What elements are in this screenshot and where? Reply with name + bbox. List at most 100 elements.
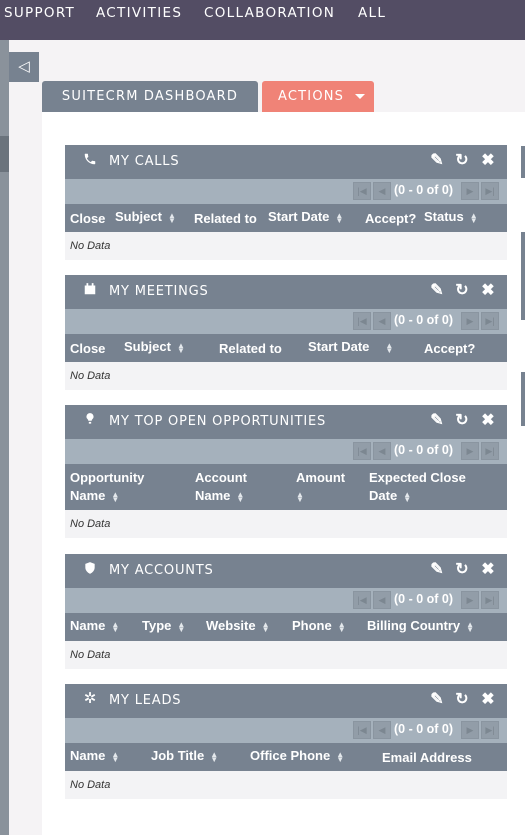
- nav-support[interactable]: SUPPORT: [4, 5, 75, 21]
- refresh-icon[interactable]: ↻: [453, 559, 471, 579]
- last-page-button[interactable]: ▶|: [481, 312, 499, 330]
- refresh-icon[interactable]: ↻: [453, 280, 471, 300]
- dashlet-title: MY LEADS: [109, 693, 182, 708]
- column-header-sortable[interactable]: Office Phone ▲ ▼: [250, 747, 344, 765]
- dashlet-title: MY MEETINGS: [109, 284, 209, 299]
- close-icon[interactable]: ✖: [479, 689, 497, 709]
- last-page-button[interactable]: ▶|: [481, 182, 499, 200]
- no-data-text: No Data: [70, 779, 111, 791]
- column-header-sortable[interactable]: Account Name ▲ ▼: [195, 469, 265, 505]
- refresh-icon[interactable]: ↻: [453, 689, 471, 709]
- column-headers: Name ▲ ▼ Type ▲ ▼ Website ▲ ▼ Phone ▲ ▼ Billing …: [65, 613, 507, 641]
- dashlet-my-top-open-opportunities: MY TOP OPEN OPPORTUNITIES ✎ ↻ ✖ |◀ ◀ (0 …: [65, 405, 507, 538]
- column-header: Accept?: [365, 211, 417, 226]
- column-header-sortable[interactable]: Status ▲ ▼: [424, 208, 478, 226]
- pagination-bar: |◀ ◀ (0 - 0 of 0) ▶ ▶|: [65, 588, 507, 613]
- column-header: Close: [70, 341, 106, 356]
- column-header-sortable[interactable]: Opportunity Name ▲ ▼: [70, 469, 160, 505]
- next-page-button[interactable]: ▶: [461, 591, 479, 609]
- column-header-sortable[interactable]: Phone ▲ ▼: [292, 617, 346, 635]
- sidebar-marker: [0, 136, 9, 172]
- edit-icon[interactable]: ✎: [428, 689, 446, 709]
- column-header-sortable[interactable]: Expected Close Date ▲ ▼: [369, 469, 479, 505]
- last-page-button[interactable]: ▶|: [481, 721, 499, 739]
- column-headers: Opportunity Name ▲ ▼ Account Name ▲ ▼ Amount…: [65, 464, 507, 510]
- close-icon[interactable]: ✖: [479, 150, 497, 170]
- previous-page-button[interactable]: ◀: [373, 442, 391, 460]
- pagination-info: (0 - 0 of 0): [394, 313, 454, 327]
- dashlet-body: No Data: [65, 362, 507, 390]
- sort-icon: ▲ ▼: [111, 749, 120, 764]
- column-header-sortable[interactable]: Amount ▲ ▼: [296, 469, 356, 505]
- column-header-sortable[interactable]: Name ▲ ▼: [70, 747, 119, 765]
- dashlet-body: No Data: [65, 510, 507, 538]
- sort-icon: ▲ ▼: [210, 749, 219, 764]
- edit-icon[interactable]: ✎: [428, 559, 446, 579]
- next-page-button[interactable]: ▶: [461, 182, 479, 200]
- sort-icon: ▲ ▼: [111, 489, 120, 504]
- previous-page-button[interactable]: ◀: [373, 182, 391, 200]
- last-page-button[interactable]: ▶|: [481, 442, 499, 460]
- first-page-button[interactable]: |◀: [353, 721, 371, 739]
- column-header-sortable[interactable]: Subject ▲ ▼: [115, 208, 176, 226]
- previous-page-button[interactable]: ◀: [373, 721, 391, 739]
- column-header-sortable[interactable]: Subject ▲ ▼: [124, 338, 185, 356]
- nav-activities[interactable]: ACTIVITIES: [96, 5, 182, 21]
- next-page-button[interactable]: ▶: [461, 442, 479, 460]
- pagination-info: (0 - 0 of 0): [394, 722, 454, 736]
- refresh-icon[interactable]: ↻: [453, 410, 471, 430]
- dashlet-body: No Data: [65, 232, 507, 260]
- close-icon[interactable]: ✖: [479, 410, 497, 430]
- column-header-sortable[interactable]: Website ▲ ▼: [206, 617, 270, 635]
- sort-icon: ▲ ▼: [337, 619, 346, 634]
- sort-icon: ▲ ▼: [403, 489, 412, 504]
- pagination-bar: |◀ ◀ (0 - 0 of 0) ▶ ▶|: [65, 439, 507, 464]
- dashlet-title: MY CALLS: [109, 154, 180, 169]
- close-icon[interactable]: ✖: [479, 559, 497, 579]
- column-header: Email Address: [382, 750, 472, 765]
- tab-suitecrm-dashboard[interactable]: SUITECRM DASHBOARD: [42, 81, 258, 112]
- refresh-icon[interactable]: ↻: [453, 150, 471, 170]
- edit-icon[interactable]: ✎: [428, 280, 446, 300]
- sort-icon: ▲ ▼: [176, 340, 185, 355]
- previous-page-button[interactable]: ◀: [373, 312, 391, 330]
- dashlet-header: MY TOP OPEN OPPORTUNITIES ✎ ↻ ✖: [65, 405, 507, 439]
- column-label: Opportunity Name: [70, 470, 145, 503]
- sort-icon: ▲ ▼: [336, 749, 345, 764]
- column-label: Status: [424, 209, 464, 224]
- no-data-text: No Data: [70, 649, 111, 661]
- right-column-edge: [521, 232, 525, 320]
- sort-icon: ▲ ▼: [111, 619, 120, 634]
- column-label: Name: [70, 748, 106, 763]
- column-label: Subject: [124, 339, 171, 354]
- nav-all[interactable]: ALL: [358, 5, 386, 21]
- dashlet-header: MY ACCOUNTS ✎ ↻ ✖: [65, 554, 507, 588]
- nav-collaboration[interactable]: COLLABORATION: [204, 5, 335, 21]
- sort-icon: ▲ ▼: [466, 619, 475, 634]
- first-page-button[interactable]: |◀: [353, 591, 371, 609]
- dashlet-header: ✲ MY LEADS ✎ ↻ ✖: [65, 684, 507, 718]
- phone-icon: [82, 152, 98, 169]
- next-page-button[interactable]: ▶: [461, 312, 479, 330]
- sort-icon: ▲ ▼: [261, 619, 270, 634]
- first-page-button[interactable]: |◀: [353, 442, 371, 460]
- first-page-button[interactable]: |◀: [353, 182, 371, 200]
- column-header-sortable[interactable]: Start Date ▲ ▼: [268, 208, 343, 226]
- dashlet-my-calls: MY CALLS ✎ ↻ ✖ |◀ ◀ (0 - 0 of 0) ▶ ▶| Cl…: [65, 145, 507, 260]
- column-header-sortable[interactable]: Name ▲ ▼: [70, 617, 119, 635]
- first-page-button[interactable]: |◀: [353, 312, 371, 330]
- previous-page-button[interactable]: ◀: [373, 591, 391, 609]
- actions-menu-button[interactable]: ACTIONS: [262, 81, 374, 112]
- next-page-button[interactable]: ▶: [461, 721, 479, 739]
- column-header-sortable[interactable]: Start Date ▲ ▼: [308, 338, 393, 356]
- edit-icon[interactable]: ✎: [428, 410, 446, 430]
- last-page-button[interactable]: ▶|: [481, 591, 499, 609]
- column-label: Start Date: [308, 339, 370, 354]
- column-header-sortable[interactable]: Job Title ▲ ▼: [151, 747, 218, 765]
- pagination-bar: |◀ ◀ (0 - 0 of 0) ▶ ▶|: [65, 309, 507, 334]
- column-header-sortable[interactable]: Billing Country ▲ ▼: [367, 617, 474, 635]
- sidebar-toggle-button[interactable]: ◁: [9, 52, 39, 82]
- close-icon[interactable]: ✖: [479, 280, 497, 300]
- edit-icon[interactable]: ✎: [428, 150, 446, 170]
- column-header-sortable[interactable]: Type ▲ ▼: [142, 617, 185, 635]
